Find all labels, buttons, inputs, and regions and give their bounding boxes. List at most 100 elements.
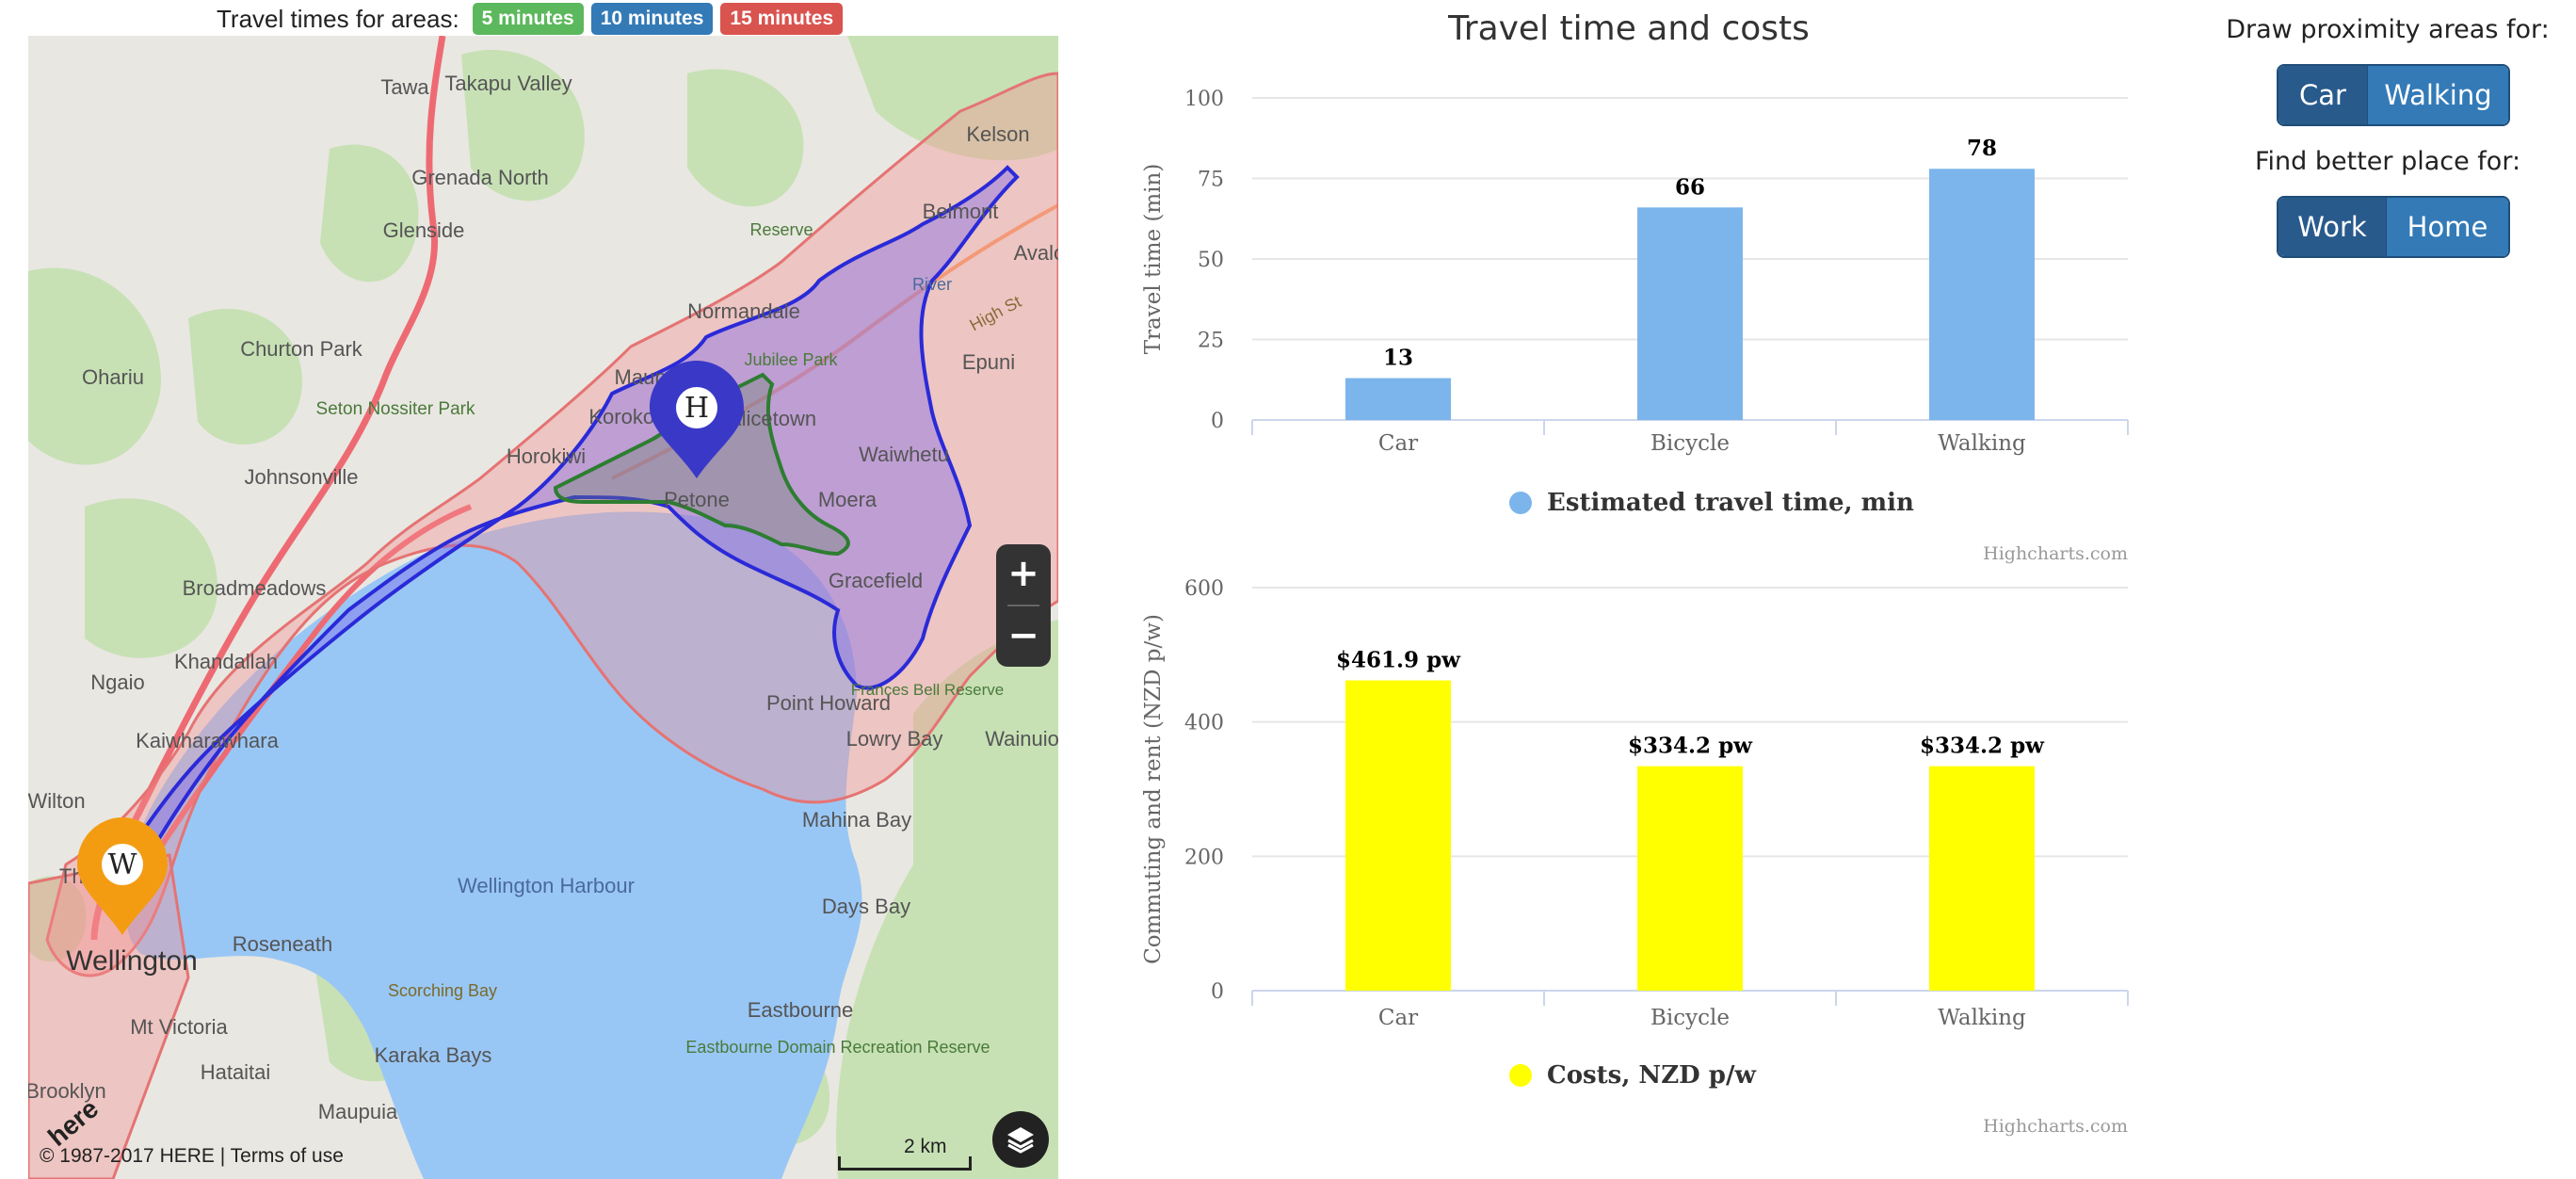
label-khandallah: Khandallah xyxy=(174,650,278,673)
better-work-button[interactable]: Work xyxy=(2278,198,2386,256)
chart0-data-label: 13 xyxy=(1383,346,1413,371)
label-wellington-harbour: Wellington Harbour xyxy=(458,874,635,897)
tag-5-minutes: 5 minutes xyxy=(472,3,584,35)
better-place-label: Find better place for: xyxy=(2254,147,2521,176)
zoom-out-button[interactable]: − xyxy=(996,606,1051,665)
chart0-ytick-label: 75 xyxy=(1198,169,1224,192)
chart0-ytick-label: 100 xyxy=(1184,88,1224,111)
label-wainuiomata: Wainuiomata xyxy=(985,727,1058,751)
chart-title: Travel time and costs xyxy=(1448,9,1810,48)
proximity-walking-button[interactable]: Walking xyxy=(2367,66,2508,124)
label-horokiwi: Horokiwi xyxy=(507,444,586,468)
chart1-data-label: $334.2 pw xyxy=(1628,734,1753,759)
label-hataitai: Hataitai xyxy=(201,1060,271,1084)
label-brooklyn: Brooklyn xyxy=(28,1079,106,1103)
chart1-ytick-label: 600 xyxy=(1184,577,1224,601)
work-marker-label: W xyxy=(108,848,137,881)
label-waiwhetu: Waiwhetu xyxy=(859,443,949,466)
chart1-category-label: Car xyxy=(1378,1006,1418,1030)
chart0-legend-label: Estimated travel time, min xyxy=(1547,489,1914,517)
better-home-button[interactable]: Home xyxy=(2386,198,2508,256)
map-canvas[interactable]: Takapu Valley Tawa Grenada North Glensid… xyxy=(28,36,1058,1179)
label-mt-victoria: Mt Victoria xyxy=(130,1015,228,1039)
chart0-data-label: 78 xyxy=(1967,136,1997,161)
chart0-legend-symbol xyxy=(1509,492,1532,514)
chart1-data-label: $461.9 pw xyxy=(1336,648,1461,673)
label-moera: Moera xyxy=(818,488,877,511)
legend-title: Travel times for areas: xyxy=(217,4,459,33)
label-wellington: Wellington xyxy=(66,945,198,977)
label-churton-park: Churton Park xyxy=(240,337,363,361)
label-frances-bell: Frances Bell Reserve xyxy=(851,681,1005,699)
label-tawa: Tawa xyxy=(380,75,429,99)
tag-15-minutes: 15 minutes xyxy=(720,3,844,35)
chart0-ytick-label: 25 xyxy=(1198,330,1224,353)
layers-button[interactable] xyxy=(992,1111,1049,1168)
chart1-credits: Highcharts.com xyxy=(1983,1116,2128,1137)
chart0-category-label: Bicycle xyxy=(1650,431,1730,456)
chart1-ytick-label: 200 xyxy=(1184,846,1224,869)
label-normandale: Normandale xyxy=(687,299,800,323)
label-wilton: Wilton xyxy=(28,789,86,813)
chart0-ytick-label: 0 xyxy=(1211,410,1224,433)
layers-icon xyxy=(1007,1127,1034,1154)
better-place-button-group: Work Home xyxy=(2277,196,2510,258)
label-eastbourne: Eastbourne xyxy=(748,998,854,1022)
chart1-data-label: $334.2 pw xyxy=(1920,734,2045,759)
label-jubilee-park: Jubilee Park xyxy=(744,350,838,369)
chart0-data-label: 66 xyxy=(1675,174,1705,200)
chart1-category-label: Walking xyxy=(1938,1006,2026,1030)
zoom-control: + − xyxy=(996,544,1051,667)
terms-of-use-link[interactable]: Terms of use xyxy=(231,1145,344,1167)
label-belmont: Belmont xyxy=(923,200,999,223)
scale-bar xyxy=(838,1156,972,1171)
chart1-legend-label: Costs, NZD p/w xyxy=(1547,1061,1756,1090)
label-ohariu: Ohariu xyxy=(82,365,144,389)
charts-svg: 0 25 50 75 100 Travel time (min) 13 Car 66 Bicycl… xyxy=(1141,88,2129,1137)
label-karaka-bays: Karaka Bays xyxy=(375,1043,492,1067)
label-scorching-bay: Scorching Bay xyxy=(388,981,497,1000)
label-petone: Petone xyxy=(664,488,730,511)
label-grenada-north: Grenada North xyxy=(411,166,549,189)
chart1-category-label: Bicycle xyxy=(1650,1006,1730,1030)
chart0-category-label: Car xyxy=(1378,431,1418,456)
label-seton-nossiter: Seton Nossiter Park xyxy=(316,399,475,419)
chart1-ytick-label: 400 xyxy=(1184,712,1224,735)
label-broadmeadows: Broadmeadows xyxy=(183,576,327,600)
label-avalon: Avalon xyxy=(1014,241,1058,265)
charts-container: 0 25 50 75 100 Travel time (min) 13 Car 66 Bicycl… xyxy=(1130,66,2165,1158)
label-epuni: Epuni xyxy=(962,350,1015,374)
label-kelson: Kelson xyxy=(966,122,1029,146)
label-ngaio: Ngaio xyxy=(90,670,144,694)
copyright-text: © 1987-2017 HERE xyxy=(40,1145,215,1167)
chart0-bar-bicycle xyxy=(1637,207,1743,420)
label-johnsonville: Johnsonville xyxy=(244,465,358,489)
map-view[interactable]: Takapu Valley Tawa Grenada North Glensid… xyxy=(28,36,1058,1179)
chart0-bar-walking xyxy=(1929,169,2035,420)
label-kaiwharawhara: Kaiwharawhara xyxy=(136,729,279,752)
chart1-bar-car xyxy=(1345,680,1451,991)
chart1-legend-symbol xyxy=(1509,1064,1532,1087)
label-reserve: Reserve xyxy=(749,220,813,239)
label-maupuia: Maupuia xyxy=(318,1100,398,1123)
label-gracefield: Gracefield xyxy=(829,569,923,592)
travel-times-legend: Travel times for areas: 5 minutes 10 min… xyxy=(217,0,844,38)
tag-10-minutes: 10 minutes xyxy=(590,3,714,35)
chart1-ytick-label: 0 xyxy=(1211,980,1224,1004)
label-lowry-bay: Lowry Bay xyxy=(846,727,943,751)
chart0-credits: Highcharts.com xyxy=(1983,543,2128,564)
home-marker-label: H xyxy=(684,392,709,425)
label-takapu: Takapu Valley xyxy=(444,72,572,95)
scale-label: 2 km xyxy=(904,1136,947,1157)
label-river: River xyxy=(912,275,952,294)
proximity-car-button[interactable]: Car xyxy=(2278,66,2367,124)
label-mahina-bay: Mahina Bay xyxy=(802,808,911,832)
zoom-in-button[interactable]: + xyxy=(996,544,1051,603)
proximity-button-group: Car Walking xyxy=(2277,64,2510,126)
label-days-bay: Days Bay xyxy=(822,895,910,918)
chart0-category-label: Walking xyxy=(1938,431,2026,456)
chart1-bar-bicycle xyxy=(1637,766,1743,991)
chart1-bar-walking xyxy=(1929,766,2035,991)
chart0-yaxis-title: Travel time (min) xyxy=(1141,164,1166,355)
proximity-label: Draw proximity areas for: xyxy=(2226,15,2550,44)
